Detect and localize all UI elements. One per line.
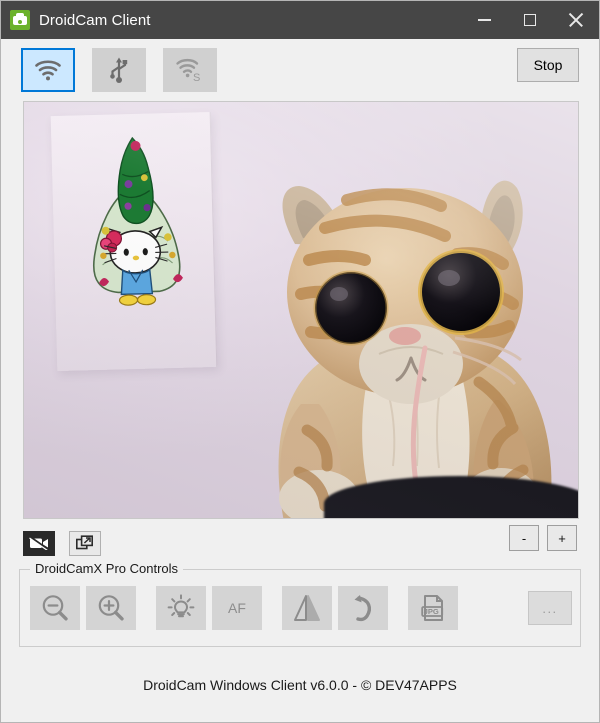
pro-controls-row: AF JPG ... — [30, 586, 572, 630]
lightbulb-icon — [167, 594, 195, 618]
minimize-icon[interactable] — [461, 1, 507, 39]
popout-window-button[interactable] — [69, 530, 101, 556]
connection-mode-wifi[interactable] — [21, 48, 75, 92]
wifi-icon — [35, 60, 61, 81]
jpg-file-icon: JPG — [421, 595, 444, 621]
wifi-server-icon: S — [176, 58, 200, 83]
connection-mode-usb[interactable] — [92, 48, 146, 92]
footer-bar: DroidCam Windows Client v6.0.0 - © DEV47… — [1, 647, 599, 722]
magnifier-plus-icon — [98, 595, 124, 621]
pro-save-jpg-button[interactable]: JPG — [408, 586, 458, 630]
video-preview[interactable] — [23, 101, 579, 519]
popout-window-icon — [76, 535, 94, 550]
pro-mirror-button[interactable] — [282, 586, 332, 630]
droidcam-client-window: DroidCam Client S Stop - + DroidCamX Pro… — [0, 0, 600, 723]
connection-toolbar: S Stop — [1, 39, 599, 101]
ellipsis-icon: ... — [542, 600, 558, 616]
wall-shading — [24, 102, 578, 518]
title-bar: DroidCam Client — [1, 1, 599, 39]
pro-rotate-button[interactable] — [338, 586, 388, 630]
stop-button[interactable]: Stop — [517, 48, 579, 82]
pro-more-button[interactable]: ... — [528, 591, 572, 625]
preview-zoom-group: - + — [501, 525, 577, 551]
window-controls — [461, 1, 599, 39]
connection-mode-wifi-server[interactable]: S — [163, 48, 217, 92]
pro-controls-group: DroidCamX Pro Controls AF JPG ... — [19, 561, 581, 647]
preview-zoom-in-label: + — [558, 530, 566, 546]
preview-zoom-out-label: - — [521, 530, 527, 546]
video-control-row: - + — [1, 519, 599, 561]
mirror-flip-icon — [294, 595, 320, 621]
footer-text: DroidCam Windows Client v6.0.0 - © DEV47… — [143, 676, 457, 693]
close-icon[interactable] — [553, 1, 599, 39]
pro-autofocus-button[interactable]: AF — [212, 586, 262, 630]
window-title: DroidCam Client — [39, 11, 151, 29]
video-off-button[interactable] — [23, 530, 55, 556]
svg-text:S: S — [193, 72, 200, 83]
pro-controls-legend: DroidCamX Pro Controls — [30, 561, 184, 576]
usb-icon — [110, 57, 128, 83]
rotate-arrow-icon — [354, 595, 372, 622]
droidcam-app-icon — [10, 10, 30, 30]
video-frame — [24, 102, 578, 518]
magnifier-minus-icon — [42, 595, 68, 621]
pro-zoom-in-button[interactable] — [86, 586, 136, 630]
autofocus-label: AF — [228, 600, 246, 616]
video-off-icon — [29, 536, 49, 550]
svg-text:JPG: JPG — [424, 607, 439, 616]
maximize-icon[interactable] — [507, 1, 553, 39]
preview-zoom-out-button[interactable]: - — [509, 525, 539, 551]
preview-zoom-in-button[interactable]: + — [547, 525, 577, 551]
pro-zoom-out-button[interactable] — [30, 586, 80, 630]
pro-flashlight-button[interactable] — [156, 586, 206, 630]
